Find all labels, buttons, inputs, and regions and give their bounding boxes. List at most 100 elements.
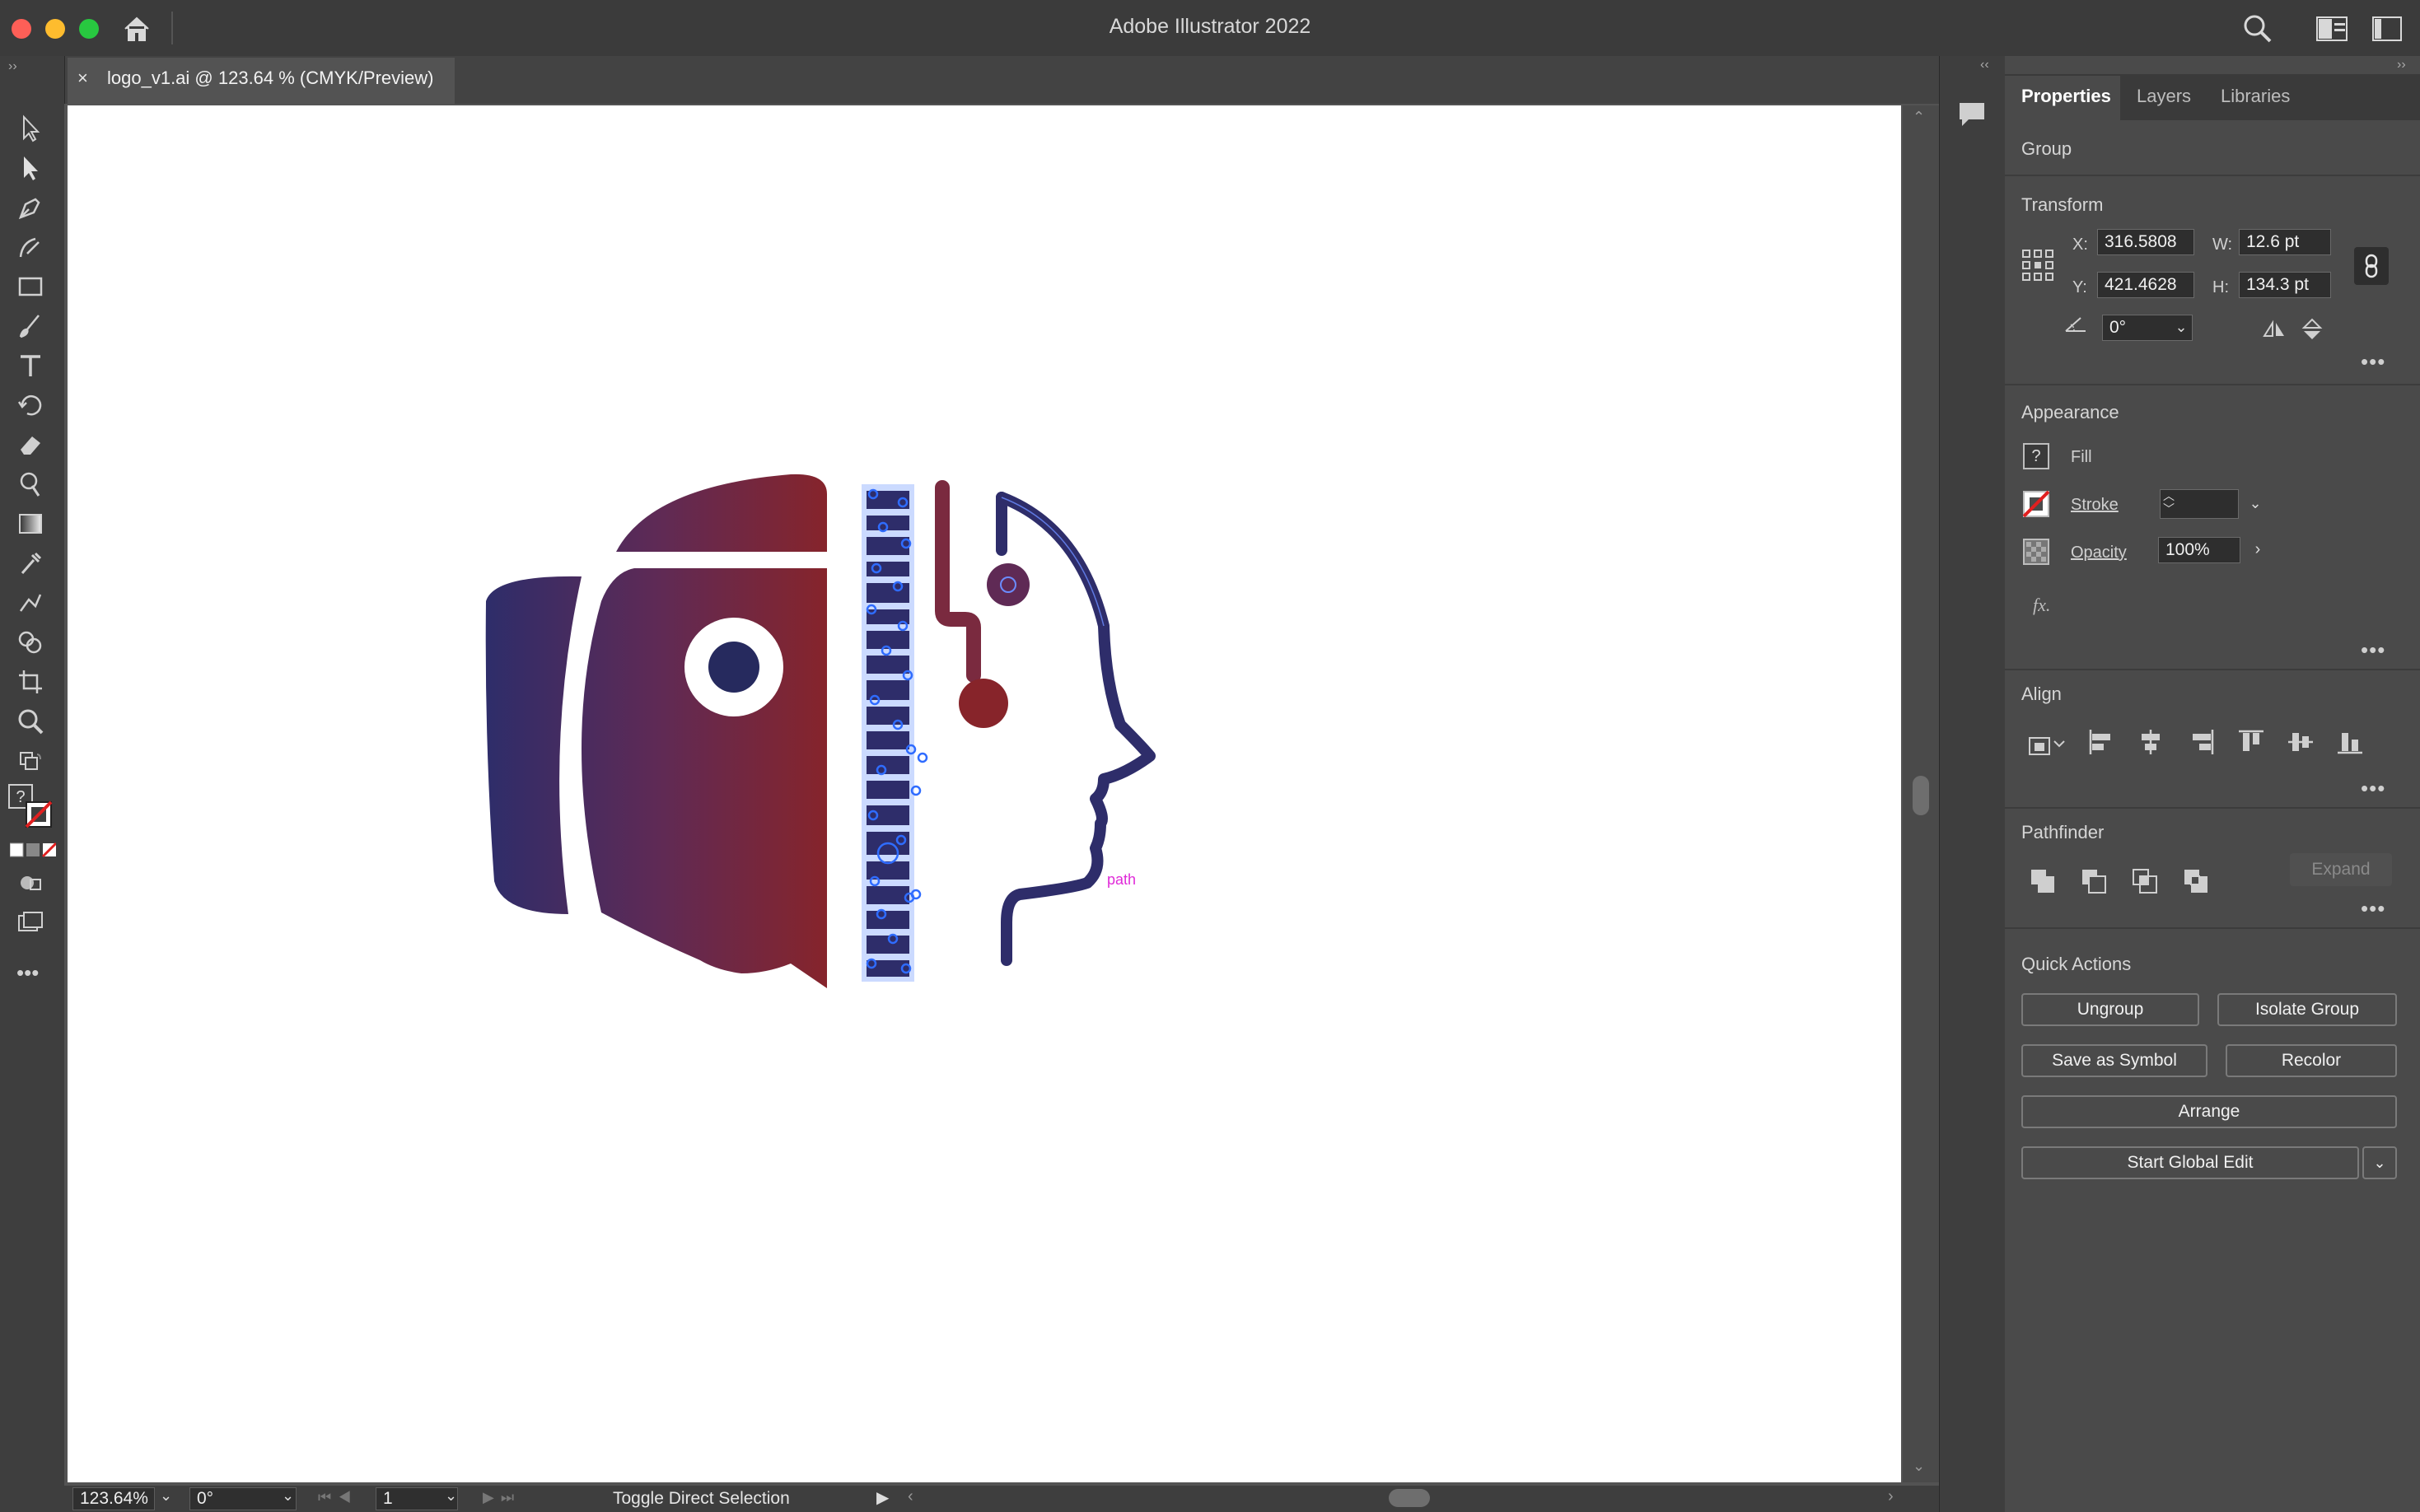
align-bottom-icon[interactable] bbox=[2336, 728, 2364, 760]
artboard-dropdown-icon[interactable]: ⌄ bbox=[445, 1487, 457, 1505]
width-input[interactable]: 12.6 pt bbox=[2239, 229, 2331, 255]
pathfinder-minus-front-icon[interactable] bbox=[2081, 868, 2107, 898]
type-tool-icon[interactable] bbox=[12, 349, 49, 382]
align-vertical-center-icon[interactable] bbox=[2287, 728, 2315, 760]
close-tab-icon[interactable]: × bbox=[77, 68, 88, 89]
collapse-toolbar-icon[interactable]: ›› bbox=[8, 59, 17, 74]
workspace-icon[interactable] bbox=[2316, 16, 2348, 45]
direct-selection-tool-icon[interactable] bbox=[12, 152, 49, 184]
align-more-options-icon[interactable]: ••• bbox=[2361, 776, 2385, 801]
draw-mode-icon[interactable] bbox=[12, 866, 49, 899]
gradient-tool-icon[interactable] bbox=[12, 507, 49, 540]
puppet-warp-tool-icon[interactable] bbox=[12, 468, 49, 501]
curvature-tool-icon[interactable] bbox=[12, 231, 49, 264]
align-horizontal-center-icon[interactable] bbox=[2137, 728, 2165, 760]
zoom-dropdown-icon[interactable]: ⌄ bbox=[160, 1487, 172, 1505]
global-edit-options-icon[interactable]: ⌄ bbox=[2362, 1146, 2397, 1179]
zoom-tool-icon[interactable] bbox=[12, 705, 49, 738]
tab-properties[interactable]: Properties bbox=[2021, 86, 2111, 107]
stroke-label[interactable]: Stroke bbox=[2071, 496, 2119, 515]
constrain-link-icon[interactable] bbox=[2354, 247, 2389, 285]
logo-artwork[interactable]: path bbox=[461, 461, 1186, 1005]
paintbrush-tool-icon[interactable] bbox=[12, 310, 49, 343]
start-global-edit-button[interactable]: Start Global Edit bbox=[2021, 1146, 2359, 1179]
vertical-scroll-thumb[interactable] bbox=[1913, 776, 1929, 815]
scroll-left-icon[interactable]: ‹ bbox=[908, 1487, 913, 1506]
artboard-prev-icons[interactable]: ⏮◀ bbox=[318, 1489, 357, 1506]
color-mode-icons[interactable] bbox=[9, 842, 58, 862]
search-icon[interactable] bbox=[2242, 13, 2273, 49]
isolate-group-button[interactable]: Isolate Group bbox=[2217, 993, 2397, 1026]
fill-label: Fill bbox=[2071, 448, 2092, 466]
align-right-icon[interactable] bbox=[2188, 728, 2216, 760]
divider bbox=[2005, 175, 2420, 176]
stroke-color-swatch[interactable] bbox=[2022, 490, 2050, 521]
face-profile bbox=[996, 492, 1156, 966]
app-title: Adobe Illustrator 2022 bbox=[1109, 15, 1311, 38]
eyedropper-tool-icon[interactable] bbox=[12, 547, 49, 580]
align-to-selection-icon[interactable] bbox=[2026, 730, 2066, 762]
scroll-up-icon[interactable]: ⌃ bbox=[1913, 109, 1925, 126]
status-menu-arrow-icon[interactable]: ▶ bbox=[876, 1487, 889, 1508]
horizontal-scroll-thumb[interactable] bbox=[1389, 1489, 1430, 1507]
fill-color-swatch[interactable]: ? bbox=[2023, 443, 2049, 469]
opacity-options-icon[interactable]: › bbox=[2245, 537, 2270, 563]
reference-point-icon[interactable] bbox=[2021, 249, 2054, 286]
transform-title: Transform bbox=[2021, 194, 2104, 215]
expand-panel-icon[interactable]: ›› bbox=[2397, 58, 2406, 72]
more-tools-icon[interactable]: ••• bbox=[16, 960, 39, 986]
ungroup-button[interactable]: Ungroup bbox=[2021, 993, 2199, 1026]
panel-toggle-icon[interactable] bbox=[2372, 16, 2402, 45]
align-top-icon[interactable] bbox=[2237, 728, 2265, 760]
pathfinder-intersect-icon[interactable] bbox=[2132, 868, 2158, 898]
effects-fx-icon[interactable]: fx. bbox=[2033, 595, 2050, 616]
path-hover-label: path bbox=[1107, 871, 1136, 888]
scroll-right-icon[interactable]: › bbox=[1888, 1487, 1894, 1506]
rotation-field[interactable]: 0° bbox=[189, 1487, 297, 1510]
opacity-label[interactable]: Opacity bbox=[2071, 544, 2127, 562]
stroke-weight-stepper-icon[interactable]: ︿ ﹀ bbox=[2163, 489, 2175, 516]
selection-tool-icon[interactable] bbox=[12, 112, 49, 145]
collapse-panels-icon[interactable]: ‹‹ bbox=[1980, 58, 1989, 72]
recolor-button[interactable]: Recolor bbox=[2226, 1044, 2397, 1077]
arrange-button[interactable]: Arrange bbox=[2021, 1095, 2397, 1128]
appearance-more-options-icon[interactable]: ••• bbox=[2361, 637, 2385, 663]
height-input[interactable]: 134.3 pt bbox=[2239, 272, 2331, 298]
artboard-next-icons[interactable]: ▶⏭ bbox=[483, 1489, 521, 1506]
transform-more-options-icon[interactable]: ••• bbox=[2361, 349, 2385, 375]
tab-libraries[interactable]: Libraries bbox=[2221, 86, 2290, 107]
expand-button[interactable]: Expand bbox=[2290, 853, 2392, 886]
artboard-tool-icon[interactable] bbox=[12, 665, 49, 698]
rotate-tool-icon[interactable] bbox=[12, 389, 49, 422]
tab-layers[interactable]: Layers bbox=[2137, 86, 2191, 107]
opacity-input[interactable]: 100% bbox=[2158, 537, 2240, 563]
pen-tool-icon[interactable] bbox=[12, 191, 49, 224]
x-position-input[interactable]: 316.5808 bbox=[2097, 229, 2194, 255]
logo-eye-pupil bbox=[708, 642, 759, 693]
zoom-field[interactable]: 123.64% bbox=[72, 1487, 155, 1510]
stroke-swatch[interactable] bbox=[25, 800, 53, 828]
blend-tool-icon[interactable] bbox=[12, 586, 49, 619]
y-position-input[interactable]: 421.4628 bbox=[2097, 272, 2194, 298]
headset-mic bbox=[959, 679, 1008, 728]
pathfinder-unite-icon[interactable] bbox=[2030, 868, 2056, 898]
pathfinder-exclude-icon[interactable] bbox=[2183, 868, 2209, 898]
stroke-weight-dropdown-icon[interactable]: ⌄ bbox=[2242, 489, 2268, 519]
eraser-tool-icon[interactable] bbox=[12, 428, 49, 461]
rectangle-tool-icon[interactable] bbox=[12, 270, 49, 303]
angle-dropdown-icon[interactable]: ⌄ bbox=[2170, 315, 2193, 341]
vertical-wordmark bbox=[867, 491, 909, 977]
screen-mode-icon[interactable] bbox=[12, 906, 49, 939]
flip-vertical-icon[interactable] bbox=[2301, 318, 2323, 345]
rotation-dropdown-icon[interactable]: ⌄ bbox=[282, 1487, 294, 1505]
shape-builder-tool-icon[interactable] bbox=[12, 626, 49, 659]
headset-stem bbox=[935, 480, 981, 683]
scroll-down-icon[interactable]: ⌄ bbox=[1913, 1458, 1925, 1475]
status-message: Toggle Direct Selection bbox=[613, 1489, 790, 1508]
comments-icon[interactable] bbox=[1957, 100, 1987, 133]
flip-horizontal-icon[interactable] bbox=[2262, 320, 2287, 343]
pathfinder-more-options-icon[interactable]: ••• bbox=[2361, 896, 2385, 922]
swap-fill-stroke-icon[interactable] bbox=[12, 746, 49, 779]
align-left-icon[interactable] bbox=[2087, 728, 2115, 760]
save-as-symbol-button[interactable]: Save as Symbol bbox=[2021, 1044, 2207, 1077]
